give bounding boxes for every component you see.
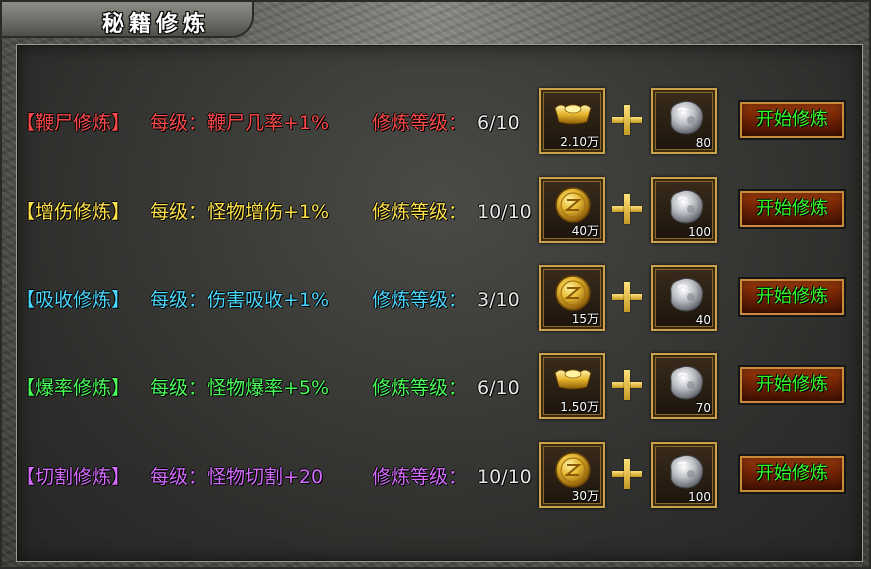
stone-slot[interactable]: 100 bbox=[651, 177, 717, 243]
title-plate: 秘籍修炼 bbox=[2, 2, 254, 38]
per-level-text: 每级：伤害吸收+1% bbox=[150, 260, 329, 340]
per-level-text: 每级：怪物切割+20 bbox=[150, 437, 323, 517]
per-level-label: 每级： bbox=[150, 466, 208, 488]
start-cultivation-button[interactable]: 开始修炼 bbox=[738, 277, 846, 317]
start-cultivation-button[interactable]: 开始修炼 bbox=[738, 365, 846, 405]
skill-name: 【爆率修炼】 bbox=[16, 377, 131, 399]
stone-count: 80 bbox=[695, 136, 711, 150]
currency-slot[interactable]: 2.10万 bbox=[539, 88, 605, 154]
plus-icon bbox=[612, 459, 642, 489]
stone-slot[interactable]: 40 bbox=[651, 265, 717, 331]
per-level-label: 每级： bbox=[150, 112, 208, 134]
currency-amount: 15万 bbox=[571, 312, 599, 326]
per-level-label: 每级： bbox=[150, 201, 208, 223]
level-value: 10/10 bbox=[477, 466, 532, 488]
cultivation-row: 【爆率修炼】 每级：怪物爆率+5% 修炼等级： 6/10 1.50万 70 开始… bbox=[14, 348, 859, 428]
per-level-value: 怪物爆率+5% bbox=[207, 377, 330, 399]
page-title: 秘籍修炼 bbox=[102, 11, 211, 37]
currency-amount: 1.50万 bbox=[560, 400, 599, 414]
level-label: 修炼等级： bbox=[372, 201, 468, 223]
stone-count: 100 bbox=[688, 225, 711, 239]
stone-slot[interactable]: 70 bbox=[651, 353, 717, 419]
per-level-value: 鞭尸几率+1% bbox=[207, 112, 330, 134]
per-level-label: 每级： bbox=[150, 377, 208, 399]
currency-slot[interactable]: 40万 bbox=[539, 177, 605, 243]
per-level-value: 怪物切割+20 bbox=[207, 466, 324, 488]
start-cultivation-button[interactable]: 开始修炼 bbox=[738, 100, 846, 140]
stone-slot[interactable]: 80 bbox=[651, 88, 717, 154]
stone-count: 100 bbox=[688, 490, 711, 504]
stone-slot[interactable]: 100 bbox=[651, 442, 717, 508]
currency-amount: 30万 bbox=[571, 489, 599, 503]
currency-slot[interactable]: 1.50万 bbox=[539, 353, 605, 419]
currency-amount: 40万 bbox=[571, 224, 599, 238]
level-value: 6/10 bbox=[477, 377, 520, 399]
per-level-label: 每级： bbox=[150, 289, 208, 311]
plus-icon bbox=[612, 370, 642, 400]
start-cultivation-button[interactable]: 开始修炼 bbox=[738, 454, 846, 494]
per-level-text: 每级：鞭尸几率+1% bbox=[150, 83, 329, 163]
skill-name: 【增伤修炼】 bbox=[16, 201, 131, 223]
level-value: 6/10 bbox=[477, 112, 520, 134]
stone-count: 40 bbox=[695, 313, 711, 327]
per-level-text: 每级：怪物增伤+1% bbox=[150, 172, 329, 252]
level-label: 修炼等级： bbox=[372, 289, 468, 311]
per-level-text: 每级：怪物爆率+5% bbox=[150, 348, 329, 428]
plus-icon bbox=[612, 282, 642, 312]
currency-slot[interactable]: 15万 bbox=[539, 265, 605, 331]
cultivation-row: 【增伤修炼】 每级：怪物增伤+1% 修炼等级： 10/10 40万 100 开始… bbox=[14, 172, 859, 252]
plus-icon bbox=[612, 194, 642, 224]
per-level-value: 伤害吸收+1% bbox=[207, 289, 330, 311]
level-label: 修炼等级： bbox=[372, 466, 468, 488]
currency-slot[interactable]: 30万 bbox=[539, 442, 605, 508]
skill-name: 【吸收修炼】 bbox=[16, 289, 131, 311]
level-value: 3/10 bbox=[477, 289, 520, 311]
per-level-value: 怪物增伤+1% bbox=[207, 201, 330, 223]
currency-amount: 2.10万 bbox=[560, 135, 599, 149]
cultivation-row: 【鞭尸修炼】 每级：鞭尸几率+1% 修炼等级： 6/10 2.10万 80 开始… bbox=[14, 83, 859, 163]
level-value: 10/10 bbox=[477, 201, 532, 223]
skill-name: 【鞭尸修炼】 bbox=[16, 112, 131, 134]
cultivation-row: 【吸收修炼】 每级：伤害吸收+1% 修炼等级： 3/10 15万 40 开始修炼 bbox=[14, 260, 859, 340]
start-cultivation-button[interactable]: 开始修炼 bbox=[738, 189, 846, 229]
level-label: 修炼等级： bbox=[372, 377, 468, 399]
cultivation-row: 【切割修炼】 每级：怪物切割+20 修炼等级： 10/10 30万 100 开始… bbox=[14, 437, 859, 517]
skill-name: 【切割修炼】 bbox=[16, 466, 131, 488]
level-label: 修炼等级： bbox=[372, 112, 468, 134]
plus-icon bbox=[612, 105, 642, 135]
stone-count: 70 bbox=[695, 401, 711, 415]
